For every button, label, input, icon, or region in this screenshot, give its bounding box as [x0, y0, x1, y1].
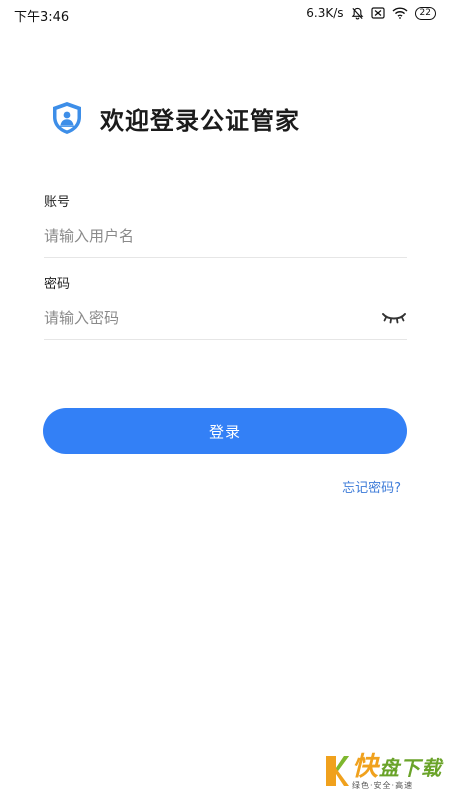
password-field	[44, 299, 407, 340]
watermark-first-char: 快	[351, 751, 379, 782]
watermark-logo: 快盘下载 绿色·安全·高速	[324, 754, 442, 792]
sim-disabled-icon	[370, 7, 385, 19]
wifi-icon	[392, 7, 408, 19]
password-input[interactable]	[44, 299, 364, 337]
watermark-slogan: 绿色·安全·高速	[351, 780, 414, 790]
username-input[interactable]	[44, 217, 364, 255]
status-bar: 下午3:46 6.3K/s 22	[0, 0, 450, 28]
eye-closed-icon[interactable]	[381, 309, 407, 327]
status-icons: 6.3K/s 22	[306, 6, 436, 20]
password-label: 密码	[44, 277, 71, 292]
account-field	[44, 217, 407, 258]
shield-user-icon	[50, 100, 84, 136]
k-logo-icon	[324, 754, 350, 792]
page-title: 欢迎登录公证管家	[100, 106, 300, 135]
login-button[interactable]: 登录	[43, 408, 407, 454]
battery-icon: 22	[414, 6, 436, 20]
watermark-rest: 盘下载	[379, 755, 442, 780]
mute-bell-icon	[351, 7, 364, 20]
forgot-password-link[interactable]: 忘记密码?	[342, 477, 401, 496]
watermark-text: 快盘下载 绿色·安全·高速	[351, 754, 442, 791]
account-label: 账号	[44, 195, 71, 210]
net-speed: 6.3K/s	[306, 6, 344, 20]
status-time: 下午3:46	[14, 10, 70, 25]
watermark-brand: 快盘下载	[352, 754, 442, 780]
login-header: 欢迎登录公证管家	[50, 100, 300, 136]
